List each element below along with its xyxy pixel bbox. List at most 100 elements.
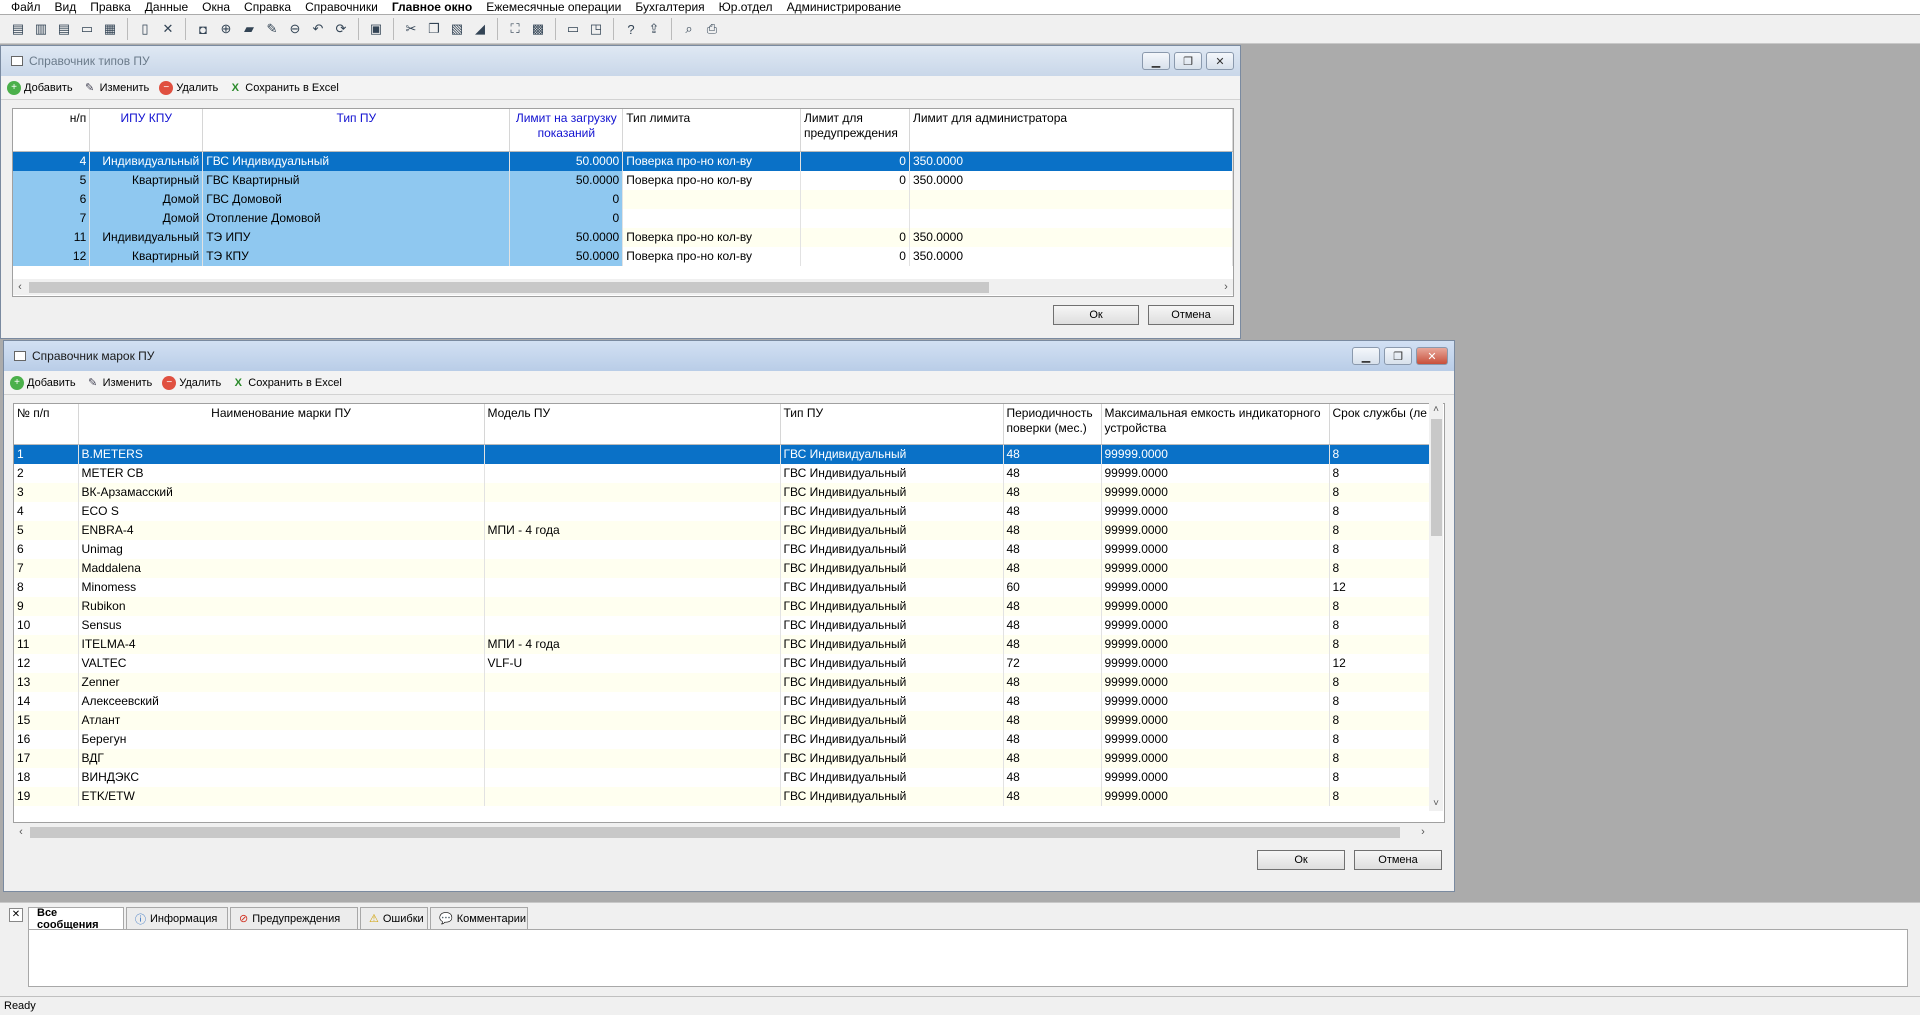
table-cell[interactable]: Sensus [78,615,485,635]
table-cell[interactable]: ГВС Индивидуальный [780,710,1004,730]
table-cell[interactable]: 8 [1329,558,1433,578]
table-cell[interactable]: ГВС Индивидуальный [780,729,1004,749]
print-icon[interactable]: ⎙ [702,19,722,39]
table-cell[interactable]: Rubikon [78,596,485,616]
table-cell[interactable]: Квартирный [89,246,204,266]
table-cell[interactable]: 8 [1329,710,1433,730]
table-cell[interactable]: 4 [14,501,79,521]
menu-item[interactable]: Администрирование [780,0,908,14]
table-cell[interactable]: 350.0000 [909,151,1233,171]
table-cell[interactable]: 48 [1003,767,1102,787]
table-cell[interactable] [484,539,781,559]
paste-icon[interactable]: ▧ [447,19,467,39]
table-cell[interactable]: 99999.0000 [1101,653,1330,673]
table-cell[interactable]: МПИ - 4 года [484,634,781,654]
add-button[interactable]: + Добавить [7,80,73,95]
scroll-right-icon[interactable]: › [1219,279,1233,295]
table-row[interactable]: 17 ВДГ ГВС Индивидуальный 48 99999.0000 8 [14,748,1433,768]
save-icon[interactable]: ▣ [366,19,386,39]
window-tile-horizontal-icon[interactable]: ▤ [54,19,74,39]
window-grid-icon[interactable]: ▦ [100,19,120,39]
table-cell[interactable]: 99999.0000 [1101,729,1330,749]
scroll-thumb[interactable] [1431,419,1442,536]
ok-button[interactable]: Ок [1257,850,1345,870]
table-cell[interactable]: ГВС Индивидуальный [780,463,1004,483]
table-cell[interactable]: 99999.0000 [1101,748,1330,768]
table-cell[interactable]: 99999.0000 [1101,691,1330,711]
scroll-thumb[interactable] [30,827,1400,838]
table-cell[interactable]: 99999.0000 [1101,634,1330,654]
delete-button[interactable]: − Удалить [162,375,221,390]
table-cell[interactable]: ВИНДЭКС [78,767,485,787]
menu-item[interactable]: Юр.отдел [712,0,780,14]
edit-button[interactable]: ✎ Изменить [83,81,149,95]
table-cell[interactable]: Домой [89,189,204,209]
table-cell[interactable]: 8 [1329,463,1433,483]
menu-item[interactable]: Данные [138,0,195,14]
table-cell[interactable]: 48 [1003,691,1102,711]
tab-messages-4[interactable]: 💬 Комментарии [430,907,528,929]
table-cell[interactable]: 8 [1329,729,1433,749]
table-row[interactable]: 8 Minomess ГВС Индивидуальный 60 99999.0000 1… [14,577,1433,597]
table-row[interactable]: 7 Maddalena ГВС Индивидуальный 48 99999.0000… [14,558,1433,578]
col-header[interactable]: Максимальная емкость индикаторного устро… [1101,404,1330,445]
col-header[interactable]: Тип ПУ [202,109,511,152]
table-cell[interactable]: 16 [14,729,79,749]
close-button[interactable]: ✕ [1206,52,1234,70]
window-cascade-icon[interactable]: ▤ [8,19,28,39]
table-cell[interactable]: Квартирный [89,170,204,190]
export-icon[interactable]: ⇪ [644,19,664,39]
table-cell[interactable]: 2 [14,463,79,483]
add-button[interactable]: + Добавить [10,375,76,390]
table-cell[interactable]: ВДГ [78,748,485,768]
scroll-left-icon[interactable]: ‹ [13,279,27,295]
col-header[interactable]: Срок службы (ле [1329,404,1433,445]
col-header[interactable]: Модель ПУ [484,404,781,445]
tab-messages-0[interactable]: Все сообщения [28,907,124,931]
table-cell[interactable]: 350.0000 [909,227,1233,247]
table-cell[interactable]: 48 [1003,520,1102,540]
table-row[interactable]: 12 Квартирный ТЭ КПУ 50.0000 Поверка про-но … [13,246,1233,266]
table-cell[interactable]: 48 [1003,482,1102,502]
cancel-button[interactable]: Отмена [1354,850,1442,870]
table-cell[interactable]: 48 [1003,748,1102,768]
table-cell[interactable]: 8 [1329,767,1433,787]
table-cell[interactable]: ГВС Индивидуальный [780,653,1004,673]
table-cell[interactable]: 99999.0000 [1101,482,1330,502]
table-cell[interactable]: 12 [1329,653,1433,673]
table-cell[interactable]: ECO S [78,501,485,521]
table-row[interactable]: 5 Квартирный ГВС Квартирный 50.0000 Поверка … [13,170,1233,190]
table-cell[interactable] [622,189,801,209]
scroll-down-icon[interactable]: ˅ [1429,797,1443,811]
table-cell[interactable]: ТЭ КПУ [202,246,511,266]
table-cell[interactable]: ГВС Индивидуальный [780,748,1004,768]
menu-item[interactable]: Главное окно [385,0,479,14]
table-cell[interactable] [484,615,781,635]
table-cell[interactable]: ГВС Индивидуальный [780,444,1004,464]
table-cell[interactable]: 8 [1329,634,1433,654]
col-header[interactable]: Тип лимита [622,109,801,152]
col-header[interactable]: Периодичность поверки (мес.) [1003,404,1102,445]
col-header[interactable]: № п/п [14,404,79,445]
table-row[interactable]: 7 Домой Отопление Домовой 0 [13,208,1233,228]
table-cell[interactable]: 15 [14,710,79,730]
horizontal-scrollbar[interactable]: ‹ › [13,279,1233,295]
table-cell[interactable]: ГВС Индивидуальный [780,634,1004,654]
table-cell[interactable]: 7 [14,558,79,578]
table-cell[interactable]: 48 [1003,463,1102,483]
table-cell[interactable] [484,577,781,597]
window-icon[interactable]: ▭ [563,19,583,39]
scroll-right-icon[interactable]: › [1416,824,1430,840]
table-cell[interactable] [484,710,781,730]
table-cell[interactable]: 0 [800,227,910,247]
table-cell[interactable] [484,672,781,692]
help-icon[interactable]: ? [621,19,641,39]
table-cell[interactable]: Поверка про-но кол-ву [622,246,801,266]
table-cell[interactable] [484,767,781,787]
col-header[interactable]: Лимит для администратора [909,109,1233,152]
table-cell[interactable] [484,786,781,806]
table-cell[interactable]: ГВС Индивидуальный [780,539,1004,559]
table-row[interactable]: 19 ETK/ETW ГВС Индивидуальный 48 99999.0000 8 [14,786,1433,806]
table-cell[interactable]: 48 [1003,558,1102,578]
tab-messages-2[interactable]: ⊘ Предупреждения [230,907,358,929]
